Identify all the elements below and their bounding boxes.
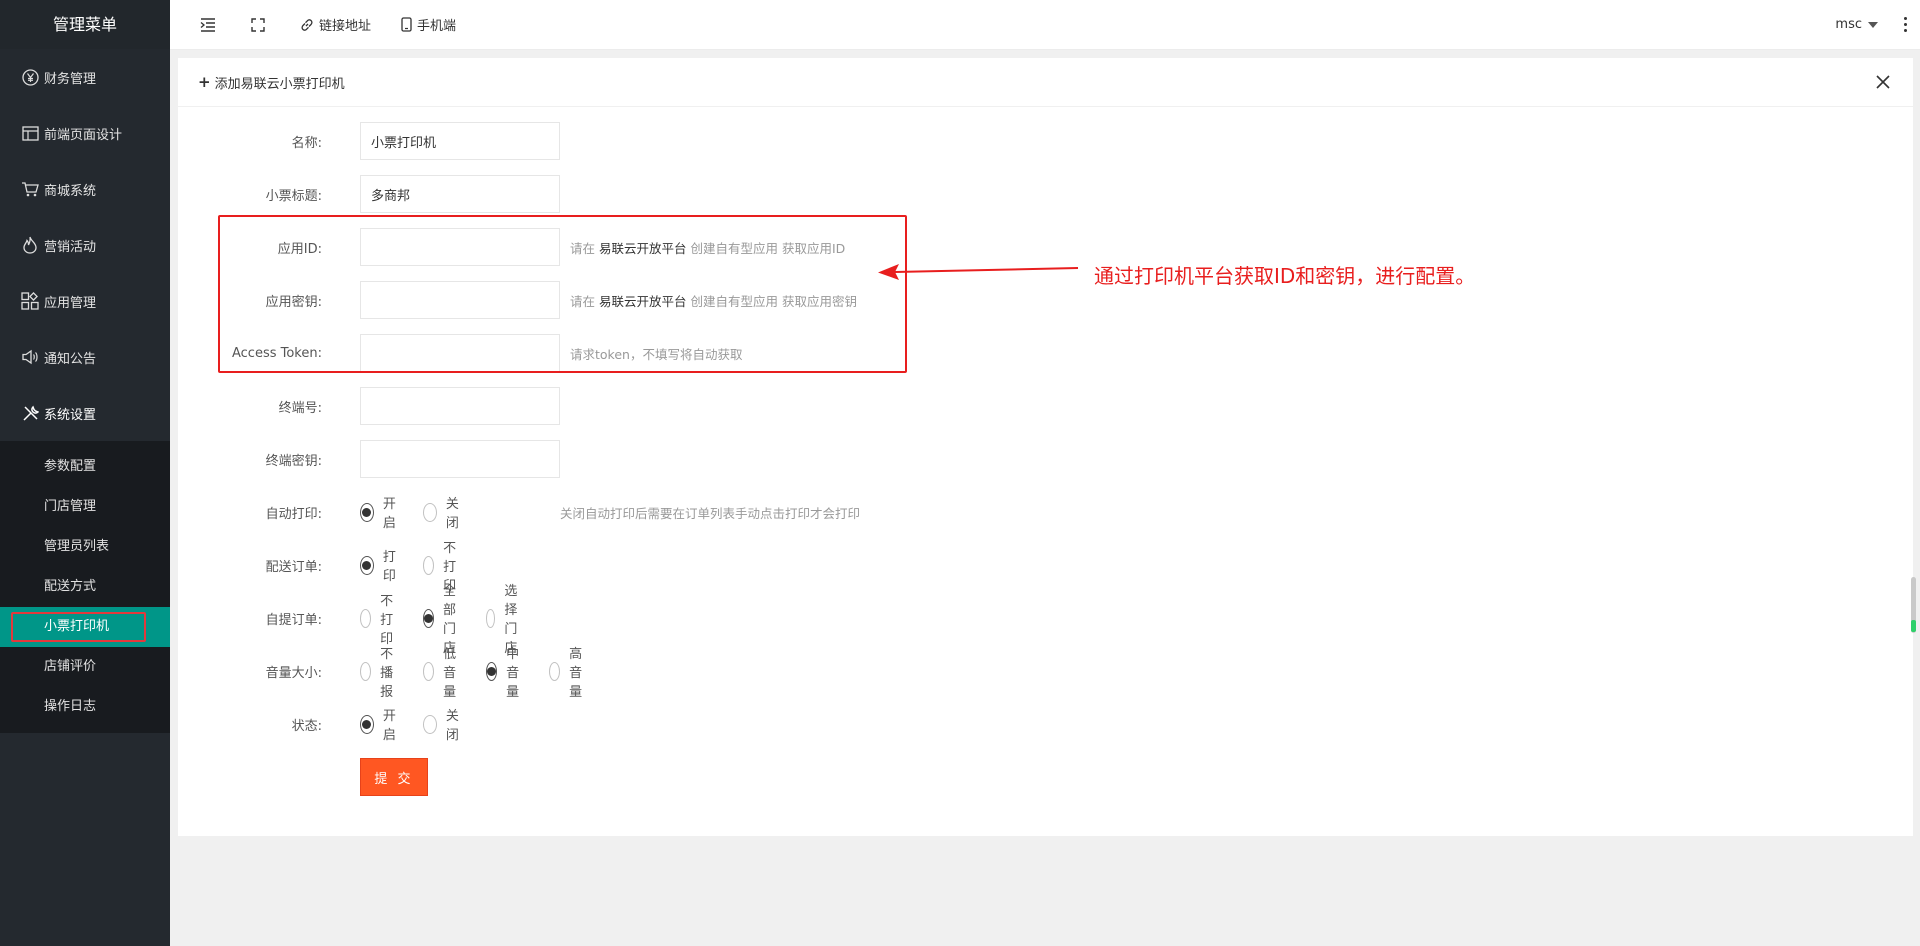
- radio-unchecked-icon: [423, 714, 437, 734]
- system-settings-submenu: 参数配置 门店管理 管理员列表 配送方式 小票打印机 店铺评价 操作日志: [0, 441, 170, 733]
- mobile-button[interactable]: 手机端: [386, 0, 471, 50]
- radio-label: 开启: [382, 709, 396, 743]
- card-header: + 添加易联云小票打印机: [178, 58, 1913, 107]
- fullscreen-button[interactable]: [236, 0, 285, 50]
- terminal-no-input[interactable]: [360, 387, 560, 425]
- sidebar-item-finance[interactable]: 财务管理: [0, 49, 170, 105]
- top-header: 链接地址 手机端 msc: [170, 0, 1920, 50]
- radio-option[interactable]: 关闭: [423, 705, 464, 743]
- radio-option[interactable]: 开启: [360, 493, 401, 531]
- name-input[interactable]: [360, 122, 560, 160]
- status-radios: 开启 关闭: [360, 705, 486, 743]
- radio-option[interactable]: 不打印: [360, 590, 401, 647]
- radio-checked-icon: [486, 661, 498, 681]
- radio-label: 高音量: [569, 646, 583, 700]
- radio-option[interactable]: 不播报: [360, 643, 401, 700]
- link-icon: [301, 18, 313, 31]
- field-label: 自动打印:: [265, 506, 322, 522]
- radio-unchecked-icon: [360, 608, 372, 628]
- annotation-text: 通过打印机平台获取ID和密钥，进行配置。: [1094, 264, 1476, 288]
- radio-unchecked-icon: [486, 608, 496, 628]
- receipt-title-input[interactable]: [360, 175, 560, 213]
- field-label: 自提订单:: [265, 612, 322, 628]
- link-address-button[interactable]: 链接地址: [285, 0, 386, 50]
- radio-label: 不播报: [380, 646, 394, 700]
- radio-option[interactable]: 打印: [360, 546, 401, 584]
- indent-icon: [200, 17, 215, 32]
- radio-checked-icon: [360, 714, 374, 734]
- field-label: 小票标题:: [265, 188, 322, 204]
- radio-label: 打印: [382, 550, 396, 584]
- auto-print-radios: 开启 关闭: [360, 493, 486, 531]
- radio-label: 关闭: [445, 709, 459, 743]
- radio-option[interactable]: 高音量: [549, 643, 590, 700]
- radio-option[interactable]: 中音量: [486, 643, 527, 700]
- field-label: 终端号:: [278, 400, 322, 416]
- annotation-box: [218, 215, 907, 373]
- radio-label: 不打印: [380, 593, 394, 647]
- mobile-icon: [401, 17, 412, 32]
- plus-icon: +: [198, 73, 211, 91]
- close-icon[interactable]: [1875, 74, 1891, 90]
- radio-unchecked-icon: [423, 555, 435, 575]
- radio-unchecked-icon: [423, 502, 437, 522]
- fullscreen-icon: [251, 17, 265, 32]
- radio-label: 开启: [382, 497, 396, 531]
- collapse-menu-button[interactable]: [170, 0, 236, 50]
- radio-checked-icon: [360, 502, 374, 522]
- radio-label: 低音量: [443, 646, 457, 700]
- username: msc: [1835, 17, 1862, 32]
- caret-down-icon: [1868, 21, 1878, 28]
- radio-unchecked-icon: [423, 661, 435, 681]
- more-vertical-icon[interactable]: [1890, 17, 1920, 32]
- terminal-secret-input[interactable]: [360, 440, 560, 478]
- link-address-label: 链接地址: [319, 19, 372, 34]
- radio-checked-icon: [360, 555, 374, 575]
- sidebar-title: 管理菜单: [0, 0, 170, 49]
- radio-unchecked-icon: [360, 661, 372, 681]
- form-card: + 添加易联云小票打印机 名称: 小票标题: 应用ID: 请在 易联云开放平台 …: [178, 58, 1913, 836]
- field-label: 音量大小:: [265, 665, 322, 681]
- radio-label: 关闭: [445, 497, 459, 531]
- radio-unchecked-icon: [549, 661, 561, 681]
- card-title: 添加易联云小票打印机: [214, 76, 345, 92]
- mobile-label: 手机端: [417, 19, 457, 34]
- field-label: 状态:: [291, 718, 322, 734]
- radio-label: 中音量: [506, 646, 520, 700]
- submit-button[interactable]: 提 交: [360, 758, 428, 796]
- sidebar-item-label: 财务管理: [44, 71, 97, 87]
- field-label: 名称:: [291, 135, 322, 151]
- user-menu[interactable]: msc: [1823, 17, 1890, 32]
- radio-option[interactable]: 低音量: [423, 643, 464, 700]
- volume-radios: 不播报 低音量 中音量 高音量: [360, 643, 612, 700]
- field-label: 配送订单:: [265, 559, 322, 575]
- field-label: 终端密钥:: [265, 453, 322, 469]
- yen-icon: [20, 67, 40, 87]
- radio-option[interactable]: 开启: [360, 705, 401, 743]
- annotation-arrow-icon: [878, 264, 1079, 280]
- radio-option[interactable]: 关闭: [423, 493, 464, 531]
- radio-checked-icon: [423, 608, 435, 628]
- auto-print-tip: 关闭自动打印后需要在订单列表手动点击打印才会打印: [560, 505, 861, 521]
- scroll-indicator: [1911, 620, 1916, 632]
